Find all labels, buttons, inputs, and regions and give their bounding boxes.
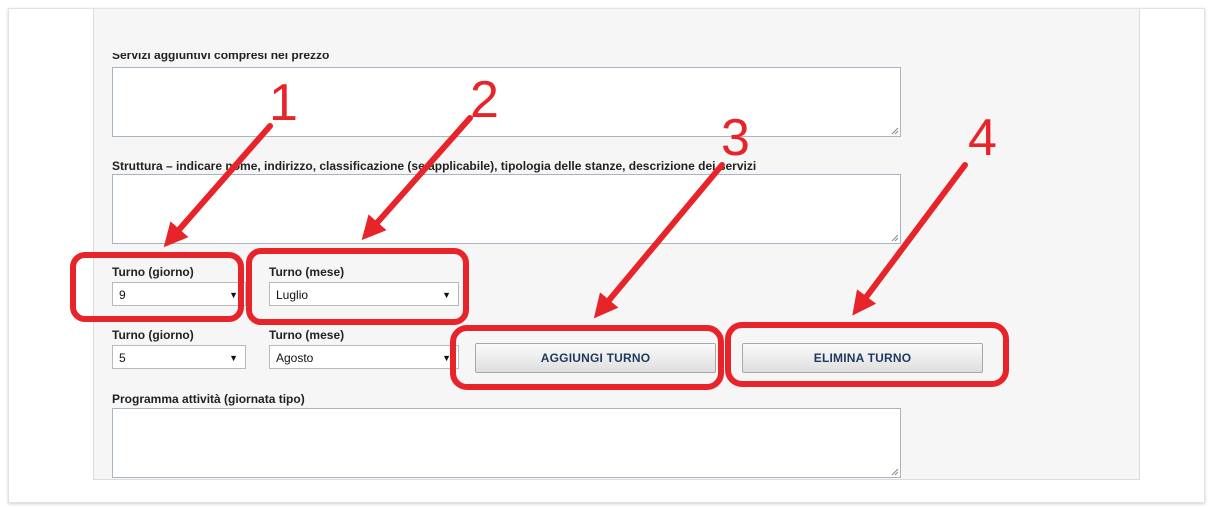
servizi-textarea[interactable] [112,67,901,137]
turno-giorno-value: 9 [119,288,126,302]
aggiungi-turno-button[interactable]: AGGIUNGI TURNO [475,343,716,373]
turno-giorno-select[interactable]: 9 ▼ [112,282,246,306]
struttura-label: Struttura – indicare nome, indirizzo, cl… [112,159,757,173]
form-panel: Servizi aggiuntivi compresi nel prezzo S… [93,9,1140,480]
turno-mese-value: Luglio [276,288,309,302]
struttura-textarea[interactable] [112,174,901,244]
dropdown-arrow-icon: ▼ [442,290,451,300]
elimina-turno-button[interactable]: ELIMINA TURNO [742,343,983,373]
resize-grip-icon[interactable] [890,126,899,135]
turno-giorno-label: Turno (giorno) [112,265,194,279]
turno-giorno-label: Turno (giorno) [112,328,194,342]
turno-giorno-value: 5 [119,351,126,365]
turno-mese-select[interactable]: Agosto ▼ [269,345,459,369]
turno-giorno-select[interactable]: 5 ▼ [112,345,246,369]
dropdown-arrow-icon: ▼ [442,353,451,363]
browser-window: Servizi aggiuntivi compresi nel prezzo S… [8,8,1205,503]
turno-mese-label: Turno (mese) [269,265,345,279]
turno-mese-value: Agosto [276,351,314,365]
resize-grip-icon[interactable] [890,467,899,476]
turno-mese-select[interactable]: Luglio ▼ [269,282,459,306]
dropdown-arrow-icon: ▼ [229,353,238,363]
programma-label: Programma attività (giornata tipo) [112,392,305,406]
resize-grip-icon[interactable] [890,233,899,242]
servizi-label: Servizi aggiuntivi compresi nel prezzo [112,48,330,62]
dropdown-arrow-icon: ▼ [229,290,238,300]
turno-mese-label: Turno (mese) [269,328,345,342]
programma-textarea[interactable] [112,408,901,478]
